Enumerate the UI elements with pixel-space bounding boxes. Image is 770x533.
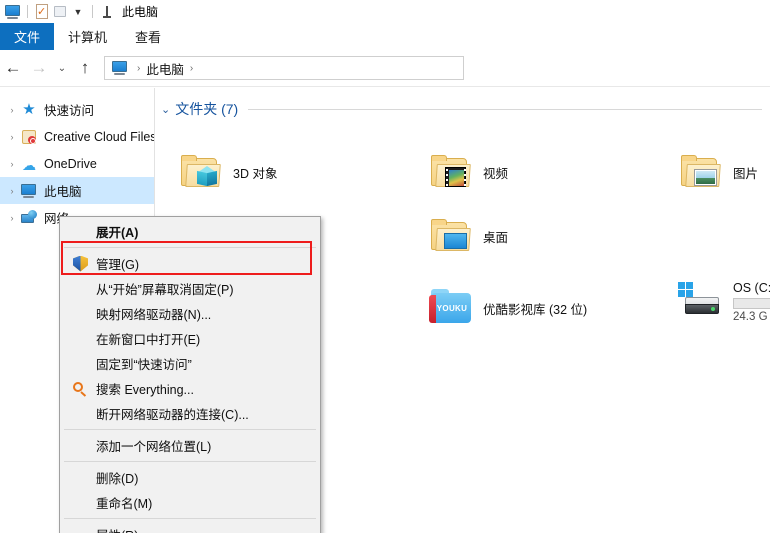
list-item[interactable]: 桌面 [427, 208, 677, 264]
menu-separator [64, 461, 316, 462]
menu-item-label: 映射网络驱动器(N)... [96, 308, 212, 322]
drive-label: OS (C: [733, 281, 770, 295]
file-explorer-window: ✓ ▼ 此电脑 文件 计算机 查看 ← → ⌄ ↑ › 此电脑 › › ★ 快速… [0, 0, 770, 533]
breadcrumb-this-pc[interactable]: 此电脑 [146, 59, 184, 78]
tab-computer[interactable]: 计算机 [54, 23, 121, 50]
breadcrumb-monitor-icon [111, 59, 129, 77]
item-label: 桌面 [483, 230, 509, 245]
menu-item-open-in-new-window[interactable]: 在新窗口中打开(E) [60, 326, 320, 351]
menu-item-add-network-location[interactable]: 添加一个网络位置(L) [60, 433, 320, 458]
menu-item-expand[interactable]: 展开(A) [60, 219, 320, 244]
cloud-icon: ☁ [22, 156, 36, 173]
drive-details: OS (C: 24.3 G [733, 281, 770, 323]
group-divider [248, 108, 762, 110]
menu-item-label: 删除(D) [96, 472, 139, 486]
folder-3d-objects-icon [177, 148, 225, 196]
list-item[interactable]: 视频 [427, 144, 677, 200]
menu-separator [64, 247, 316, 248]
drive-usage-bar [733, 298, 770, 309]
menu-item-label: 添加一个网络位置(L) [96, 440, 212, 454]
context-menu[interactable]: 展开(A) 管理(G) 从“开始”屏幕取消固定(P) 映射网络驱动器(N)...… [59, 216, 321, 533]
shield-icon [70, 255, 90, 273]
menu-item-manage[interactable]: 管理(G) [60, 251, 320, 276]
drive-icon [677, 278, 725, 326]
folder-desktop-icon [427, 212, 475, 260]
menu-separator [64, 518, 316, 519]
sidebar-item-label: 快速访问 [44, 104, 95, 118]
menu-item-label: 固定到“快速访问” [96, 358, 192, 372]
sidebar-item-label: OneDrive [44, 156, 97, 171]
breadcrumb-separator-2[interactable]: › [190, 63, 193, 74]
group-header-folders[interactable]: ⌄ 文件夹 (7) [155, 96, 770, 122]
expander-icon[interactable]: › [4, 213, 20, 223]
toolbar-divider-2 [92, 5, 93, 18]
list-item[interactable]: 图片 [677, 144, 770, 200]
menu-item-label: 从“开始”屏幕取消固定(P) [96, 283, 234, 297]
ribbon-tabs: 文件 计算机 查看 [0, 23, 770, 50]
menu-item-label: 在新窗口中打开(E) [96, 333, 201, 347]
menu-item-label: 管理(G) [96, 258, 140, 272]
sidebar-item-creative-cloud-files[interactable]: › Creative Cloud Files [0, 123, 154, 150]
sidebar-item-onedrive[interactable]: › ☁ OneDrive [0, 150, 154, 177]
monitor-icon [20, 182, 38, 200]
menu-item-disconnect-network-drive[interactable]: 断开网络驱动器的连接(C)... [60, 401, 320, 426]
sidebar-item-label: Creative Cloud Files [44, 129, 154, 144]
up-button[interactable]: ↑ [72, 55, 98, 81]
group-title: 文件夹 (7) [175, 101, 239, 117]
menu-item-unpin-from-start[interactable]: 从“开始”屏幕取消固定(P) [60, 276, 320, 301]
menu-item-delete[interactable]: 删除(D) [60, 465, 320, 490]
properties-icon[interactable]: ✓ [33, 3, 51, 21]
list-item[interactable]: 3D 对象 [177, 144, 427, 200]
menu-item-label: 重命名(M) [96, 497, 153, 511]
list-item[interactable]: OS (C: 24.3 G [677, 274, 770, 330]
item-label: 图片 [733, 166, 759, 181]
menu-item-rename[interactable]: 重命名(M) [60, 490, 320, 515]
new-folder-icon[interactable] [51, 3, 69, 21]
menu-item-properties[interactable]: 属性(R) [60, 522, 320, 533]
creative-cloud-icon [20, 128, 38, 146]
magnifier-icon [70, 380, 90, 398]
back-button[interactable]: ← [0, 55, 26, 81]
ribbon-icon[interactable] [98, 3, 116, 21]
star-icon: ★ [22, 100, 36, 118]
menu-item-label: 展开(A) [96, 226, 139, 240]
menu-item-map-network-drive[interactable]: 映射网络驱动器(N)... [60, 301, 320, 326]
expander-icon[interactable]: › [4, 186, 20, 196]
drive-free-space: 24.3 G [733, 311, 768, 323]
menu-item-label: 断开网络驱动器的连接(C)... [96, 408, 249, 422]
toolbar-divider [27, 5, 28, 18]
chevron-down-icon[interactable]: ▼ [69, 3, 87, 21]
item-label: 3D 对象 [233, 166, 278, 181]
item-label: 优酷影视库 (32 位) [483, 302, 588, 317]
network-icon [20, 209, 38, 227]
menu-item-label: 搜索 Everything... [96, 383, 194, 397]
title-bar: ✓ ▼ 此电脑 [0, 0, 770, 23]
sidebar-item-label: 此电脑 [44, 185, 82, 199]
folder-pictures-icon [677, 148, 725, 196]
sidebar-item-quick-access[interactable]: › ★ 快速访问 [0, 96, 154, 123]
app-monitor-icon [4, 3, 22, 21]
sidebar-item-this-pc[interactable]: › 此电脑 [0, 177, 154, 204]
expander-icon[interactable]: › [4, 159, 20, 169]
address-bar: ← → ⌄ ↑ › 此电脑 › [0, 50, 770, 87]
menu-item-label: 属性(R) [96, 525, 138, 533]
chevron-down-icon[interactable]: ⌄ [161, 103, 170, 116]
youku-folder-icon: YOUKU [427, 284, 475, 332]
breadcrumb[interactable]: › 此电脑 › [104, 56, 464, 80]
expander-icon[interactable]: › [4, 105, 20, 115]
window-title: 此电脑 [122, 5, 159, 19]
expander-icon[interactable]: › [4, 132, 20, 142]
list-item[interactable]: YOUKU 优酷影视库 (32 位) [427, 280, 677, 336]
menu-separator [64, 429, 316, 430]
tab-view[interactable]: 查看 [121, 23, 175, 50]
tab-file[interactable]: 文件 [0, 23, 55, 50]
menu-item-pin-to-quick-access[interactable]: 固定到“快速访问” [60, 351, 320, 376]
folder-videos-icon [427, 148, 475, 196]
recent-locations-button[interactable]: ⌄ [52, 55, 72, 81]
youku-icon-text: YOUKU [436, 304, 468, 313]
breadcrumb-separator-1[interactable]: › [137, 63, 140, 74]
item-label: 视频 [483, 166, 509, 181]
forward-button[interactable]: → [26, 55, 52, 81]
menu-item-search-everything[interactable]: 搜索 Everything... [60, 376, 320, 401]
